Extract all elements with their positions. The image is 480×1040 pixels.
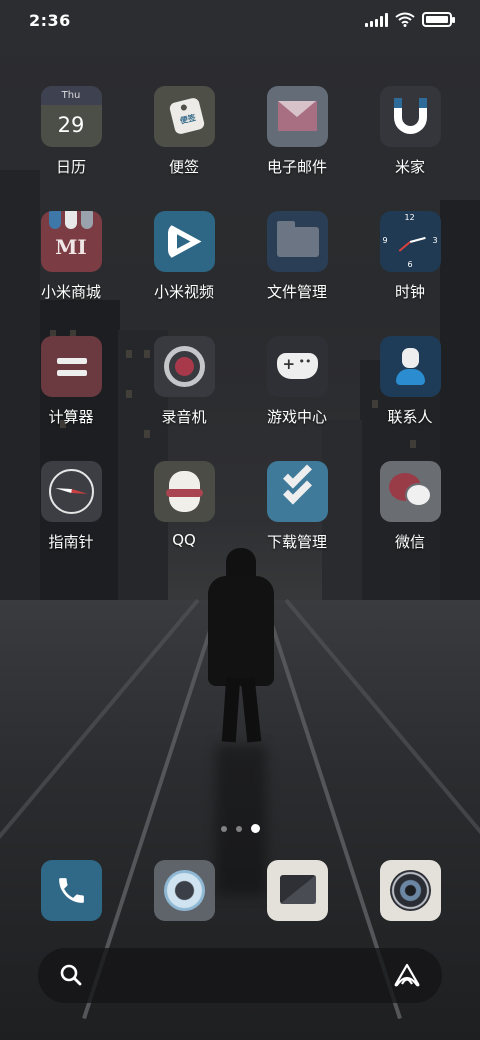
- app-mi-store[interactable]: MI 小米商城: [21, 211, 121, 302]
- calculator-icon: [40, 336, 102, 397]
- app-label: 联系人: [387, 408, 433, 426]
- dock-camera[interactable]: [360, 860, 460, 921]
- file-manager-icon: [266, 211, 328, 272]
- game-center-icon: [266, 336, 328, 397]
- browser-icon: [153, 860, 215, 921]
- app-label: 下载管理: [266, 533, 327, 551]
- app-qq[interactable]: QQ: [134, 461, 234, 549]
- mi-store-icon: MI: [40, 211, 102, 272]
- compass-icon: [40, 461, 102, 522]
- wallpaper-walking-figure: [208, 548, 274, 748]
- app-label: 时钟: [394, 283, 425, 301]
- app-download-manager[interactable]: 下载管理: [247, 461, 347, 552]
- search-bar[interactable]: [38, 948, 442, 1003]
- mi-store-mark: MI: [55, 235, 87, 259]
- app-calculator[interactable]: 计算器: [21, 336, 121, 427]
- app-label: 文件管理: [266, 283, 327, 301]
- signal-icon: [365, 12, 388, 27]
- clock-icon: 12 3 6 9: [379, 211, 441, 272]
- page-indicator[interactable]: [0, 824, 480, 833]
- app-calendar[interactable]: Thu 29 日历: [21, 86, 121, 177]
- download-manager-icon: [266, 461, 328, 522]
- calendar-day: 29: [57, 113, 85, 137]
- clock-numeral: 9: [382, 236, 388, 245]
- app-label: 小米商城: [40, 283, 101, 301]
- notes-icon: 便签: [153, 86, 215, 147]
- app-label: 小米视频: [153, 283, 214, 301]
- app-label: 米家: [394, 158, 425, 176]
- search-icon[interactable]: [60, 964, 82, 986]
- app-label: 电子邮件: [266, 158, 327, 176]
- app-label: 计算器: [48, 408, 94, 426]
- dock-messages[interactable]: [247, 860, 347, 921]
- battery-fill: [426, 16, 448, 23]
- search-input[interactable]: [94, 965, 374, 985]
- status-time: 2:36: [29, 11, 71, 30]
- app-mi-video[interactable]: 小米视频: [134, 211, 234, 302]
- app-label: 微信: [394, 533, 425, 551]
- status-bar: 2:36: [0, 0, 480, 40]
- phone-icon: [40, 860, 102, 921]
- calendar-weekday: Thu: [40, 86, 102, 105]
- battery-icon: [422, 12, 455, 27]
- clock-numeral: 6: [407, 260, 413, 269]
- mail-icon: [266, 86, 328, 147]
- clock-numeral: 12: [404, 213, 415, 222]
- camera-icon: [379, 860, 441, 921]
- app-clock[interactable]: 12 3 6 9 时钟: [360, 211, 460, 302]
- app-mail[interactable]: 电子邮件: [247, 86, 347, 177]
- status-icons: [365, 12, 455, 27]
- app-label: 日历: [55, 158, 86, 176]
- notes-icon-text: 便签: [178, 113, 197, 126]
- app-compass[interactable]: 指南针: [21, 461, 121, 552]
- recorder-icon: [153, 336, 215, 397]
- dock-phone[interactable]: [21, 860, 121, 921]
- app-label: 录音机: [161, 408, 207, 426]
- contacts-icon: [379, 336, 441, 397]
- app-file-manager[interactable]: 文件管理: [247, 211, 347, 302]
- app-recorder[interactable]: 录音机: [134, 336, 234, 427]
- app-wechat[interactable]: 微信: [360, 461, 460, 552]
- app-notes[interactable]: 便签 便签: [134, 86, 234, 177]
- app-game-center[interactable]: 游戏中心: [247, 336, 347, 427]
- mi-video-icon: [153, 211, 215, 272]
- page-dot[interactable]: [235, 825, 242, 832]
- clock-numeral: 3: [432, 236, 438, 245]
- page-dot[interactable]: [220, 825, 227, 832]
- page-dot[interactable]: [250, 824, 260, 833]
- dock-browser[interactable]: [134, 860, 234, 921]
- app-label: 游戏中心: [266, 408, 327, 426]
- app-label: 指南针: [48, 533, 94, 551]
- app-mijia[interactable]: 米家: [360, 86, 460, 177]
- qq-icon: [153, 461, 215, 522]
- voice-assistant-icon[interactable]: [394, 963, 420, 987]
- messages-icon: [266, 860, 328, 921]
- wechat-icon: [379, 461, 441, 522]
- mijia-icon: [379, 86, 441, 147]
- app-contacts[interactable]: 联系人: [360, 336, 460, 427]
- app-label: 便签: [168, 158, 199, 176]
- app-label: QQ: [172, 531, 196, 549]
- wifi-icon: [395, 12, 415, 27]
- calendar-icon: Thu 29: [40, 86, 102, 147]
